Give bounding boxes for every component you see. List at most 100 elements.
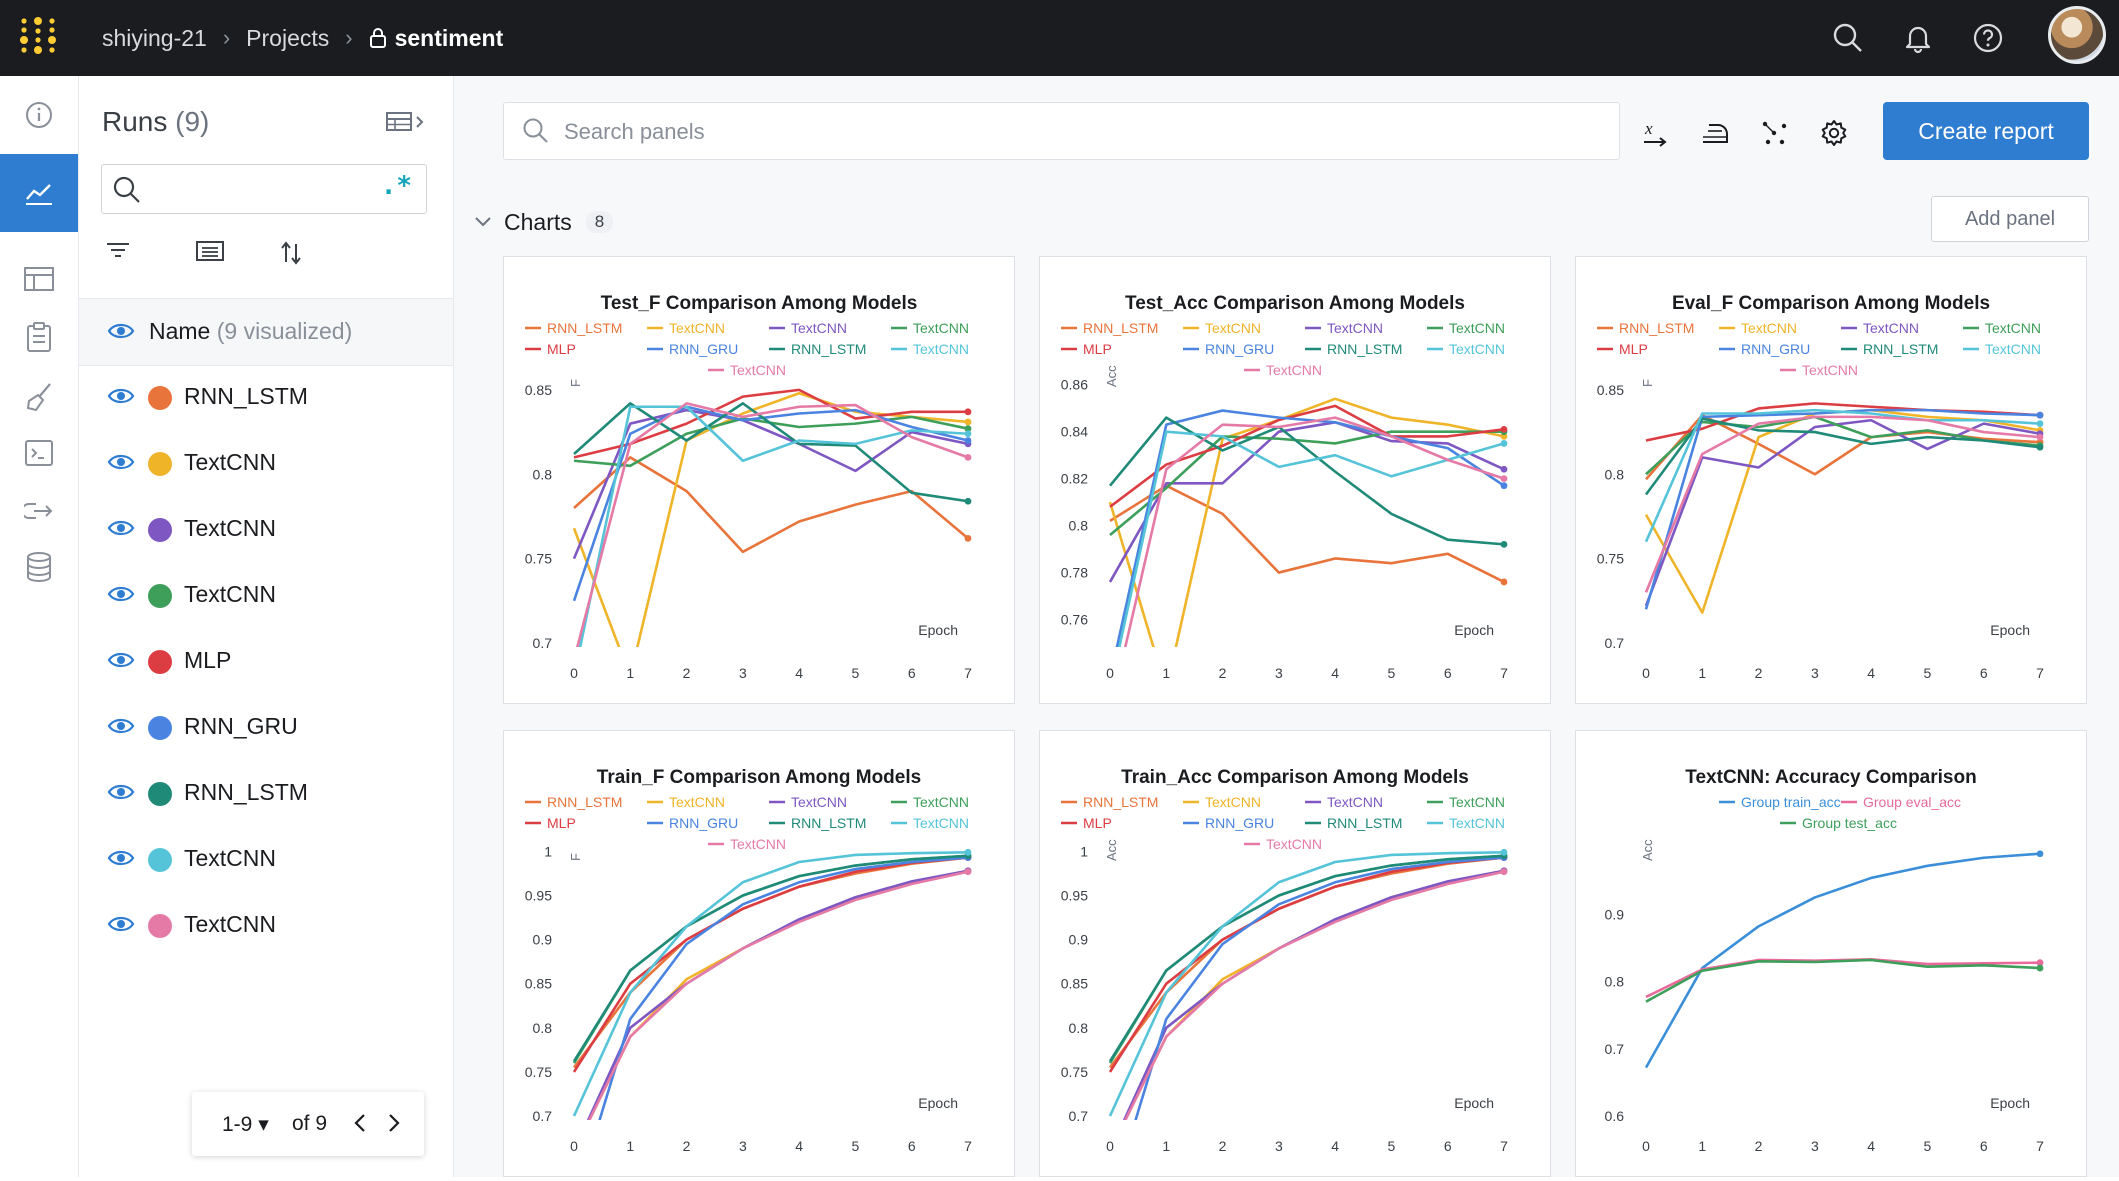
series-end-point[interactable] [1500,578,1508,586]
chart-panel-test-acc[interactable]: Test_Acc Comparison Among Models RNN_LSTM… [1039,256,1551,704]
run-row[interactable]: TextCNN [79,496,453,562]
eye-icon[interactable] [107,452,135,472]
bell-icon[interactable] [1896,16,1940,60]
series-line[interactable] [574,402,969,660]
legend-item[interactable]: TextCNN [769,794,847,810]
series-line[interactable] [574,870,969,1152]
legend-item[interactable]: TextCNN [708,362,786,378]
series-end-point[interactable] [964,497,972,505]
legend-item[interactable]: TextCNN [1427,815,1505,831]
run-row[interactable]: TextCNN [79,892,453,958]
series-line[interactable] [1644,408,2041,543]
series-line[interactable] [1644,415,2041,593]
legend-item[interactable]: TextCNN [1427,794,1505,810]
series-end-point[interactable] [964,430,972,438]
legend-item[interactable]: RNN_LSTM [525,320,622,336]
breadcrumb-project[interactable]: sentiment [369,25,503,52]
chart-panel-train-f[interactable]: Train_F Comparison Among Models RNN_LSTM T… [503,730,1015,1177]
add-panel-button[interactable]: Add panel [1931,196,2089,242]
legend-item[interactable]: TextCNN [891,320,969,336]
legend-item[interactable]: RNN_GRU [1183,815,1274,831]
legend-item[interactable]: TextCNN [769,320,847,336]
run-name[interactable]: RNN_GRU [184,713,298,740]
legend-item[interactable]: TextCNN [1841,320,1919,336]
nav-overview[interactable] [0,76,78,154]
run-color-dot[interactable] [148,584,172,608]
eye-icon[interactable] [107,518,135,538]
series-line[interactable] [574,869,969,1151]
eye-icon[interactable] [107,386,135,406]
series-end-point[interactable] [2036,411,2044,419]
legend-item[interactable]: TextCNN [1305,794,1383,810]
legend-item[interactable]: RNN_LSTM [769,815,866,831]
run-color-dot[interactable] [148,914,172,938]
sort-icon[interactable] [279,240,303,271]
legend-item[interactable]: TextCNN [1719,320,1797,336]
legend-item[interactable]: TextCNN [891,815,969,831]
series-end-point[interactable] [964,408,972,416]
regex-toggle-icon[interactable]: .* [381,171,412,201]
chevron-right-icon[interactable] [386,1112,402,1134]
legend-item[interactable]: RNN_LSTM [769,341,866,357]
charts-section-header[interactable]: Charts 8 [474,206,614,238]
legend-item[interactable]: Group test_acc [1780,815,1897,831]
series-end-point[interactable] [964,534,972,542]
run-name[interactable]: TextCNN [184,581,276,608]
legend-item[interactable]: TextCNN [1244,362,1322,378]
series-end-point[interactable] [1500,868,1508,876]
legend-item[interactable]: TextCNN [1963,341,2041,357]
chart-panel-textcnn-accuracy[interactable]: TextCNN: Accuracy Comparison Group train_… [1575,730,2087,1177]
series-line[interactable] [1110,869,1505,1151]
legend-item[interactable]: TextCNN [1305,320,1383,336]
legend-item[interactable]: RNN_LSTM [1305,815,1402,831]
legend-item[interactable]: TextCNN [891,341,969,357]
series-end-point[interactable] [2036,443,2044,451]
filter-icon[interactable] [105,240,131,265]
series-line[interactable] [1108,854,1505,1063]
run-color-dot[interactable] [148,518,172,542]
run-color-dot[interactable] [148,716,172,740]
chart-panel-eval-f[interactable]: Eval_F Comparison Among Models RNN_LSTM Te… [1575,256,2087,704]
run-row[interactable]: RNN_LSTM [79,364,453,430]
series-end-point[interactable] [1500,425,1508,433]
run-name[interactable]: RNN_LSTM [184,779,308,806]
series-line[interactable] [1110,430,1505,690]
series-end-point[interactable] [964,848,972,856]
run-row[interactable]: TextCNN [79,562,453,628]
settings-gear-icon[interactable] [1817,116,1851,150]
series-line[interactable] [573,456,969,554]
series-end-point[interactable] [2036,850,2044,858]
legend-item[interactable]: RNN_LSTM [1841,341,1938,357]
legend-item[interactable]: RNN_LSTM [1305,341,1402,357]
legend-item[interactable]: TextCNN [1780,362,1858,378]
legend-item[interactable]: TextCNN [891,794,969,810]
outliers-icon[interactable] [1758,116,1792,150]
series-end-point[interactable] [1500,482,1508,490]
legend-item[interactable]: TextCNN [1183,320,1261,336]
series-line[interactable] [572,854,969,1063]
legend-item[interactable]: TextCNN [647,320,725,336]
chart-panel-test-f[interactable]: Test_F Comparison Among Models RNN_LSTM Te… [503,256,1015,704]
run-color-dot[interactable] [148,452,172,476]
breadcrumb-projects[interactable]: Projects [246,25,329,52]
run-name[interactable]: TextCNN [184,911,276,938]
series-line[interactable] [1109,484,1505,584]
series-end-point[interactable] [2036,433,2044,441]
legend-item[interactable]: TextCNN [1183,794,1261,810]
series-line[interactable] [574,405,969,677]
legend-item[interactable]: TextCNN [1244,836,1322,852]
series-line[interactable] [1644,418,2041,607]
series-line[interactable] [572,856,969,1069]
legend-item[interactable]: RNN_GRU [647,341,738,357]
series-line[interactable] [572,850,969,1117]
series-end-point[interactable] [1500,475,1508,483]
expand-table-icon[interactable] [385,110,427,139]
series-end-point[interactable] [2036,964,2044,972]
create-report-button[interactable]: Create report [1883,102,2089,160]
legend-item[interactable]: RNN_LSTM [525,794,622,810]
run-name[interactable]: RNN_LSTM [184,383,308,410]
chevron-left-icon[interactable] [352,1112,368,1134]
legend-item[interactable]: MLP [1597,341,1648,357]
legend-item[interactable]: RNN_GRU [1183,341,1274,357]
chart-panel-train-acc[interactable]: Train_Acc Comparison Among Models RNN_LST… [1039,730,1551,1177]
